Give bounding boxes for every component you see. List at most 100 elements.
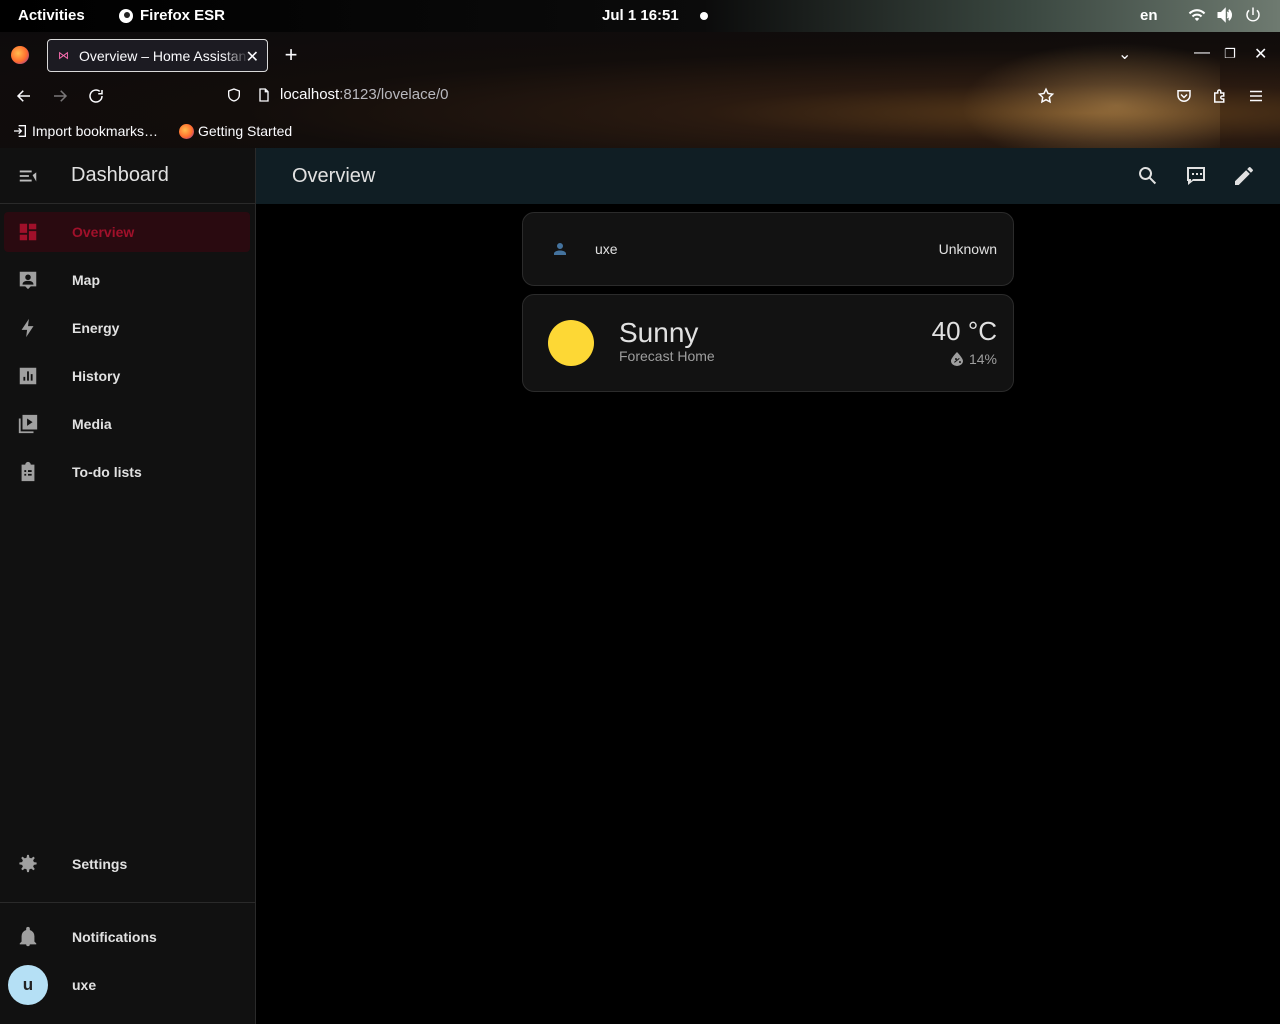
minimize-icon[interactable]: — bbox=[1194, 44, 1210, 62]
sidebar-item-label: Energy bbox=[72, 320, 120, 336]
person-state: Unknown bbox=[938, 241, 997, 257]
sidebar-header: Dashboard bbox=[0, 148, 255, 204]
import-icon bbox=[14, 125, 26, 137]
star-icon bbox=[1037, 87, 1055, 104]
browser-chrome: ⋈ Overview – Home Assistant ✕ + ⌄ — ❐ ✕ … bbox=[0, 32, 1280, 148]
sidebar-item-todo[interactable]: To-do lists bbox=[4, 452, 250, 492]
app-name: Firefox ESR bbox=[140, 7, 226, 24]
tab-close-icon[interactable]: ✕ bbox=[246, 47, 259, 67]
weather-condition: Sunny bbox=[619, 317, 699, 348]
navigation-toolbar: localhost:8123/lovelace/0 bbox=[0, 74, 1280, 118]
arrow-left-icon bbox=[16, 90, 30, 102]
avatar: u bbox=[8, 965, 48, 1005]
assist-button[interactable] bbox=[1184, 164, 1208, 188]
app-menu[interactable]: Firefox ESR bbox=[118, 7, 225, 24]
sidebar-item-label: Notifications bbox=[72, 929, 157, 945]
language-indicator[interactable]: en bbox=[1140, 7, 1158, 24]
url-host: localhost bbox=[280, 86, 340, 103]
gear-icon bbox=[19, 854, 37, 873]
bell-icon bbox=[19, 926, 37, 947]
sidebar-item-notifications[interactable]: Notifications bbox=[4, 917, 250, 957]
person-name: uxe bbox=[595, 241, 618, 257]
app-menu-button[interactable] bbox=[1246, 86, 1266, 106]
search-button[interactable] bbox=[1136, 164, 1160, 188]
sidebar-item-map[interactable]: Map bbox=[4, 260, 250, 300]
sidebar-item-overview[interactable]: Overview bbox=[4, 212, 250, 252]
bookmarks-toolbar: Import bookmarks… Getting Started bbox=[0, 120, 1280, 144]
sidebar-item-energy[interactable]: Energy bbox=[4, 308, 250, 348]
home-assistant-favicon-icon: ⋈ bbox=[58, 49, 69, 62]
pencil-icon bbox=[1235, 167, 1253, 185]
sidebar-item-label: To-do lists bbox=[72, 464, 142, 480]
sidebar-item-media[interactable]: Media bbox=[4, 404, 250, 444]
humidity-value: 14% bbox=[968, 351, 997, 367]
bookmark-import[interactable]: Import bookmarks… bbox=[12, 123, 158, 139]
clipboard-list-icon bbox=[21, 461, 35, 482]
sidebar-toggle-button[interactable] bbox=[0, 165, 56, 187]
chart-box-icon bbox=[19, 367, 37, 385]
window-close-icon[interactable]: ✕ bbox=[1254, 44, 1267, 64]
sidebar-item-label: Map bbox=[72, 272, 100, 288]
reload-icon bbox=[89, 89, 103, 103]
arrow-right-icon bbox=[54, 90, 68, 102]
sunny-weather-icon bbox=[548, 320, 594, 366]
system-tray[interactable] bbox=[1188, 6, 1262, 24]
activities-button[interactable]: Activities bbox=[18, 7, 85, 24]
volume-icon bbox=[1217, 7, 1232, 23]
app-header: Overview bbox=[256, 148, 1280, 204]
bookmark-star-button[interactable] bbox=[1036, 86, 1056, 106]
weather-entity-name: Forecast Home bbox=[619, 348, 715, 364]
new-tab-button[interactable]: + bbox=[282, 44, 300, 66]
person-entity-card[interactable]: uxe Unknown bbox=[522, 212, 1014, 286]
sidebar-title: Dashboard bbox=[71, 164, 169, 186]
weather-humidity: 14% bbox=[950, 351, 997, 367]
url-bar[interactable]: localhost:8123/lovelace/0 bbox=[226, 86, 448, 103]
sidebar-item-settings[interactable]: Settings bbox=[4, 844, 250, 884]
forward-button[interactable] bbox=[50, 86, 70, 106]
water-percent-icon bbox=[950, 352, 963, 366]
sidebar-item-label: Media bbox=[72, 416, 112, 432]
extensions-button[interactable] bbox=[1210, 86, 1230, 106]
comment-processing-icon bbox=[1187, 167, 1205, 185]
sidebar-item-history[interactable]: History bbox=[4, 356, 250, 396]
pocket-icon bbox=[1177, 90, 1191, 102]
firefox-bookmark-icon bbox=[179, 123, 194, 139]
gnome-top-bar: Activities Firefox ESR Jul 1 16:51 en bbox=[0, 0, 1280, 32]
sidebar-item-label: uxe bbox=[72, 977, 97, 993]
notification-dot bbox=[700, 12, 708, 20]
weather-forecast-card[interactable]: Sunny Forecast Home 40 °C 14% bbox=[522, 294, 1014, 392]
sidebar-divider bbox=[0, 902, 255, 903]
sidebar-item-label: Overview bbox=[72, 224, 135, 240]
view-dashboard-icon bbox=[19, 223, 37, 241]
sidebar-item-profile[interactable]: u uxe bbox=[4, 965, 250, 1005]
list-tabs-chevron-icon[interactable]: ⌄ bbox=[1118, 44, 1131, 64]
shield-icon bbox=[228, 87, 240, 102]
restore-icon[interactable]: ❐ bbox=[1224, 46, 1236, 62]
back-button[interactable] bbox=[14, 86, 34, 106]
puzzle-icon bbox=[1214, 89, 1225, 103]
wifi-icon bbox=[1188, 9, 1206, 21]
reload-button[interactable] bbox=[86, 86, 106, 106]
browser-tab-active[interactable]: ⋈ Overview – Home Assistant ✕ bbox=[47, 39, 268, 72]
menu-open-icon bbox=[19, 170, 37, 181]
page-title: Overview bbox=[292, 164, 376, 187]
page-icon bbox=[259, 87, 269, 102]
tab-bar: ⋈ Overview – Home Assistant ✕ + ⌄ — ❐ ✕ bbox=[0, 38, 1280, 72]
sidebar: Dashboard Overview Map Energy History Me… bbox=[0, 148, 256, 1024]
weather-temperature: 40 °C bbox=[931, 316, 997, 346]
pocket-button[interactable] bbox=[1174, 86, 1194, 106]
bookmark-getting-started[interactable]: Getting Started bbox=[179, 123, 292, 139]
hamburger-icon bbox=[1250, 90, 1262, 102]
edit-dashboard-button[interactable] bbox=[1232, 164, 1256, 188]
account-box-icon bbox=[19, 271, 37, 290]
lightning-bolt-icon bbox=[21, 318, 34, 338]
bookmark-getting-started-label: Getting Started bbox=[198, 123, 293, 139]
clock[interactable]: Jul 1 16:51 bbox=[602, 7, 679, 24]
sidebar-item-label: History bbox=[72, 368, 121, 384]
play-box-multiple-icon bbox=[18, 414, 38, 434]
firefox-view-icon[interactable] bbox=[11, 46, 29, 64]
account-icon bbox=[551, 240, 569, 258]
url-path: :8123/lovelace/0 bbox=[339, 86, 449, 103]
dashboard-view: uxe Unknown Sunny Forecast Home 40 °C 14… bbox=[256, 204, 1280, 1024]
search-icon bbox=[1139, 167, 1157, 185]
